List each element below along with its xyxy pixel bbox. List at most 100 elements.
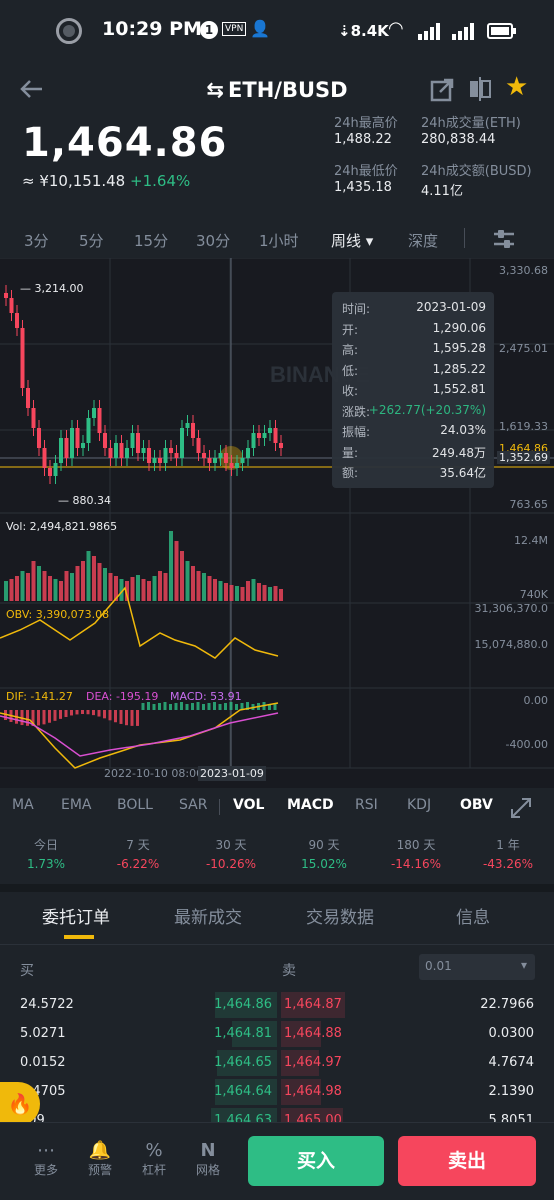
cross-price-tag: 1,352.69 bbox=[497, 451, 550, 464]
ind-vol[interactable]: VOL bbox=[233, 797, 264, 813]
precision-value: 0.01 bbox=[425, 959, 452, 973]
vpn-icon: VPN bbox=[222, 22, 247, 36]
tooltip-value: 1,552.81 bbox=[432, 382, 486, 396]
candle-body bbox=[92, 408, 96, 418]
tf-weekly-label: 周线 bbox=[331, 232, 362, 250]
tf-1h[interactable]: 1小时 bbox=[259, 230, 299, 251]
grid-icon: N bbox=[200, 1140, 216, 1161]
tooltip-key: 高: bbox=[342, 343, 359, 357]
ind-boll[interactable]: BOLL bbox=[117, 797, 153, 813]
precision-select[interactable]: 0.01 ▾ bbox=[419, 954, 535, 980]
tooltip-key: 收: bbox=[342, 384, 359, 398]
macd-histogram-bar bbox=[70, 710, 73, 716]
macd-histogram-bar bbox=[196, 702, 200, 710]
tooltip-value: 24.03% bbox=[440, 423, 486, 437]
ind-ema[interactable]: EMA bbox=[61, 797, 92, 813]
orderbook-row[interactable]: 24.5722 1,464.86 1,464.87 22.7966 bbox=[0, 990, 554, 1020]
tabs-divider bbox=[0, 944, 554, 945]
candle-body bbox=[191, 423, 195, 438]
perf-period: 90 天 bbox=[308, 838, 340, 852]
vol-busd-value: 4.11亿 bbox=[421, 184, 463, 199]
orderbook-row[interactable]: 0.0152 1,464.65 1,464.97 4.7674 bbox=[0, 1048, 554, 1078]
camera-cutout bbox=[56, 18, 82, 44]
signal-icon bbox=[418, 23, 440, 40]
tf-3m[interactable]: 3分 bbox=[24, 230, 49, 251]
candle-body bbox=[152, 458, 157, 463]
tf-30m[interactable]: 30分 bbox=[196, 230, 230, 251]
candle-body bbox=[130, 433, 135, 448]
volume-bar bbox=[202, 573, 206, 601]
candle-body bbox=[229, 463, 234, 468]
macd-histogram-bar bbox=[114, 710, 117, 723]
battery-icon bbox=[487, 23, 516, 39]
ind-sar[interactable]: SAR bbox=[179, 797, 207, 813]
volume-bar bbox=[224, 583, 228, 601]
candle-body bbox=[257, 433, 261, 438]
leverage-label: 杠杆 bbox=[141, 1163, 166, 1177]
macd-histogram-bar bbox=[26, 710, 29, 726]
more-icon: ⋯ bbox=[37, 1140, 55, 1161]
tab-data[interactable]: 交易数据 bbox=[306, 903, 374, 928]
candle-body bbox=[251, 433, 256, 448]
buy-button[interactable]: 买入 bbox=[248, 1136, 384, 1186]
volume-bar bbox=[152, 576, 157, 601]
ask-qty: 0.0300 bbox=[488, 1026, 535, 1041]
volume-bar bbox=[42, 571, 47, 601]
macd-histogram-bar bbox=[92, 710, 95, 716]
alert-button[interactable]: 🔔 预警 bbox=[80, 1140, 120, 1178]
volume-bar bbox=[185, 561, 190, 601]
candle-body bbox=[103, 433, 107, 448]
tab-trades[interactable]: 最新成交 bbox=[174, 903, 242, 928]
volume-bar bbox=[64, 571, 69, 601]
share-icon[interactable] bbox=[430, 78, 454, 102]
ind-rsi[interactable]: RSI bbox=[355, 797, 378, 813]
leverage-button[interactable]: % 杠杆 bbox=[134, 1140, 174, 1178]
candle-body bbox=[224, 453, 228, 463]
favorite-star-icon[interactable]: ★ bbox=[505, 72, 528, 102]
tf-15m[interactable]: 15分 bbox=[134, 230, 168, 251]
tooltip-row: 高: 1,595.28 bbox=[342, 341, 486, 359]
tf-depth[interactable]: 深度 bbox=[408, 230, 438, 251]
sell-button[interactable]: 卖出 bbox=[398, 1136, 536, 1186]
obv-axis-1: 31,306,370.0 bbox=[474, 602, 548, 615]
perf-value: 1.73% bbox=[26, 857, 66, 871]
perf-period: 今日 bbox=[33, 838, 58, 852]
macd-histogram-bar bbox=[64, 710, 68, 717]
wifi-icon: ◠ bbox=[388, 18, 404, 39]
perf-period: 180 天 bbox=[396, 838, 436, 852]
volume-bar bbox=[48, 576, 52, 601]
fullscreen-icon[interactable] bbox=[510, 797, 532, 819]
more-button[interactable]: ⋯ 更多 bbox=[26, 1140, 66, 1178]
macd-histogram-bar bbox=[207, 703, 211, 710]
compare-icon[interactable] bbox=[468, 76, 492, 102]
tooltip-value: 2023-01-09 bbox=[416, 300, 486, 314]
ind-obv[interactable]: OBV bbox=[460, 797, 493, 813]
candle-body bbox=[196, 438, 201, 453]
volume-bar bbox=[103, 568, 107, 601]
volume-bar bbox=[180, 551, 184, 601]
candle-body bbox=[53, 463, 58, 476]
candle-body bbox=[108, 448, 113, 458]
tab-orders[interactable]: 委托订单 bbox=[42, 903, 110, 928]
volume-bar bbox=[174, 541, 179, 601]
tf-5m[interactable]: 5分 bbox=[79, 230, 104, 251]
volume-bar bbox=[262, 585, 267, 601]
tab-info[interactable]: 信息 bbox=[456, 903, 490, 928]
buy-column-label: 买 bbox=[20, 963, 34, 979]
orderbook-row[interactable]: 5.0271 1,464.81 1,464.88 0.0300 bbox=[0, 1019, 554, 1049]
low-label: 24h最低价 bbox=[334, 164, 398, 179]
ind-macd[interactable]: MACD bbox=[287, 797, 334, 813]
tf-weekly[interactable]: 周线 ▾ bbox=[331, 230, 373, 251]
macd-histogram-bar bbox=[37, 710, 40, 726]
kline-chart[interactable]: BINANCE 3,330.68 2,475.01 1,619.33 763.6… bbox=[0, 258, 554, 788]
high-label: 24h最高价 bbox=[334, 116, 398, 131]
grid-button[interactable]: N 网格 bbox=[188, 1140, 228, 1178]
ind-ma[interactable]: MA bbox=[12, 797, 34, 813]
price-axis-1: 3,330.68 bbox=[499, 264, 548, 277]
orderbook-row[interactable]: 1.4705 1,464.64 1,464.98 2.1390 bbox=[0, 1077, 554, 1107]
chart-settings-icon[interactable] bbox=[492, 228, 516, 250]
vol-busd-label: 24h成交额(BUSD) bbox=[421, 164, 532, 179]
ask-price: 1,464.97 bbox=[284, 1055, 342, 1070]
ind-kdj[interactable]: KDJ bbox=[407, 797, 431, 813]
vol-title: Vol: 2,494,821.9865 bbox=[6, 520, 118, 533]
